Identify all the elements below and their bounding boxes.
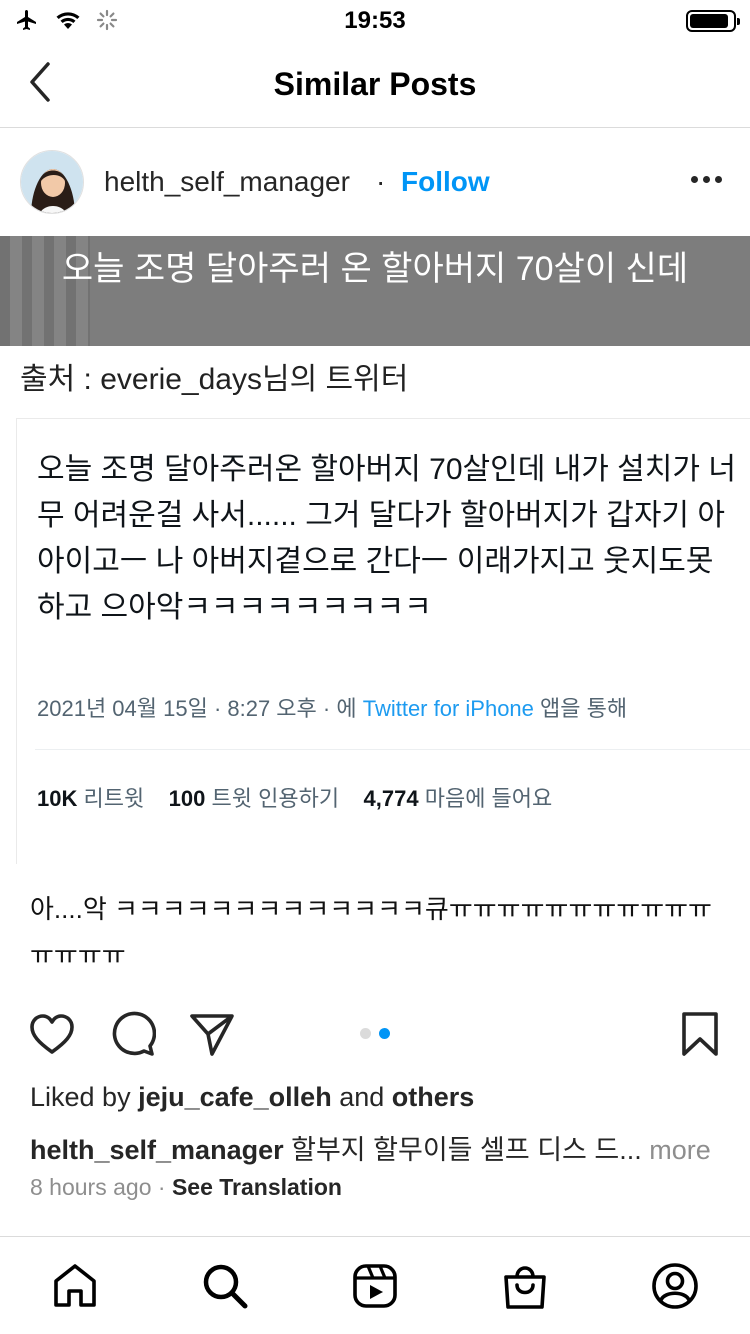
avatar[interactable] — [20, 150, 84, 214]
shop-icon[interactable] — [500, 1261, 550, 1311]
tweet-screenshot: 오늘 조명 달아주러온 할아버지 70살인데 내가 설치가 너무 어려운걸 사서… — [16, 418, 750, 864]
nav-header: Similar Posts — [0, 40, 750, 128]
bottom-nav — [0, 1236, 750, 1334]
caption-username[interactable]: helth_self_manager — [30, 1135, 284, 1165]
liked-by[interactable]: Liked by jeju_cafe_olleh and others — [30, 1082, 474, 1113]
more-dot — [703, 176, 710, 183]
see-translation-link[interactable]: See Translation — [172, 1174, 342, 1200]
liked-by-others[interactable]: others — [392, 1082, 475, 1112]
status-time: 19:53 — [344, 7, 406, 34]
divider — [35, 749, 750, 750]
bookmark-icon[interactable] — [676, 1010, 724, 1058]
liked-by-prefix: Liked by — [30, 1082, 131, 1112]
profile-icon[interactable] — [650, 1261, 700, 1311]
status-bar: 19:53 — [0, 0, 750, 40]
quotes-label: 트윗 인용하기 — [211, 786, 340, 811]
tweet-likes-count: 4,774 — [363, 786, 419, 811]
image-source: 출처 : everie_days님의 트위터 — [20, 363, 409, 396]
avatar-image — [21, 151, 83, 213]
retweets-count: 10K — [37, 786, 78, 811]
post-username[interactable]: helth_self_manager — [104, 166, 350, 198]
caption-text: 할부지 할무이들 셀프 디스 드... — [291, 1135, 642, 1165]
tweet-text: 오늘 조명 달아주러온 할아버지 70살인데 내가 설치가 너무 어려운걸 사서… — [37, 453, 736, 624]
liked-by-user[interactable]: jeju_cafe_olleh — [138, 1082, 332, 1112]
carousel-dot — [379, 1028, 390, 1039]
battery-icon — [686, 10, 740, 32]
tweet-client-suffix: 앱을 통해 — [540, 696, 628, 721]
quotes-count: 100 — [168, 786, 206, 811]
tweet-likes-label: 마음에 들어요 — [424, 786, 553, 811]
post-caption: helth_self_manager 할부지 할무이들 셀프 디스 드... m… — [30, 1128, 730, 1167]
post-time-ago: 8 hours ago — [30, 1174, 152, 1200]
image-title: 오늘 조명 달아주러 온 할아버지 70살이 신데 — [61, 250, 689, 288]
tweet-meta: 2021년 04월 15일 · 8:27 오후 · 에 Twitter for … — [37, 691, 627, 723]
image-title-band: 오늘 조명 달아주러 온 할아버지 70살이 신데 — [0, 236, 750, 346]
caption-more-link[interactable]: more — [649, 1135, 711, 1165]
follow-button[interactable]: Follow — [401, 166, 490, 198]
home-icon[interactable] — [50, 1261, 100, 1311]
more-dot — [715, 176, 722, 183]
post-time-row: 8 hours ago · See Translation — [30, 1174, 342, 1201]
tweet-date: 2021년 04월 15일 · 8:27 오후 · 에 — [37, 696, 357, 721]
post-image[interactable]: 오늘 조명 달아주러 온 할아버지 70살이 신데 출처 : everie_da… — [0, 236, 750, 986]
liked-by-and: and — [339, 1082, 385, 1112]
search-icon[interactable] — [200, 1261, 250, 1311]
more-dot — [691, 176, 698, 183]
tweet-stats: 10K 리트윗 100 트윗 인용하기 4,774 마음에 들어요 — [37, 781, 552, 813]
post-header: helth_self_manager · Follow — [0, 128, 750, 236]
battery-level — [690, 14, 728, 28]
page-title: Similar Posts — [273, 66, 477, 102]
reels-icon[interactable] — [350, 1261, 400, 1311]
carousel-indicator — [0, 1028, 750, 1039]
time-separator: · — [157, 1174, 166, 1200]
separator-dot: · — [376, 166, 386, 197]
tweet-client: Twitter for iPhone — [362, 696, 534, 721]
action-bar — [0, 986, 750, 1082]
carousel-dot — [360, 1028, 371, 1039]
image-caption: 아....악 ㅋㅋㅋㅋㅋㅋㅋㅋㅋㅋㅋㅋㅋ큐ㅠㅠㅠㅠㅠㅠㅠㅠㅠㅠㅠㅠㅠㅠㅠ — [30, 894, 712, 970]
retweets-label: 리트윗 — [83, 786, 145, 811]
more-options-icon[interactable] — [691, 176, 722, 183]
